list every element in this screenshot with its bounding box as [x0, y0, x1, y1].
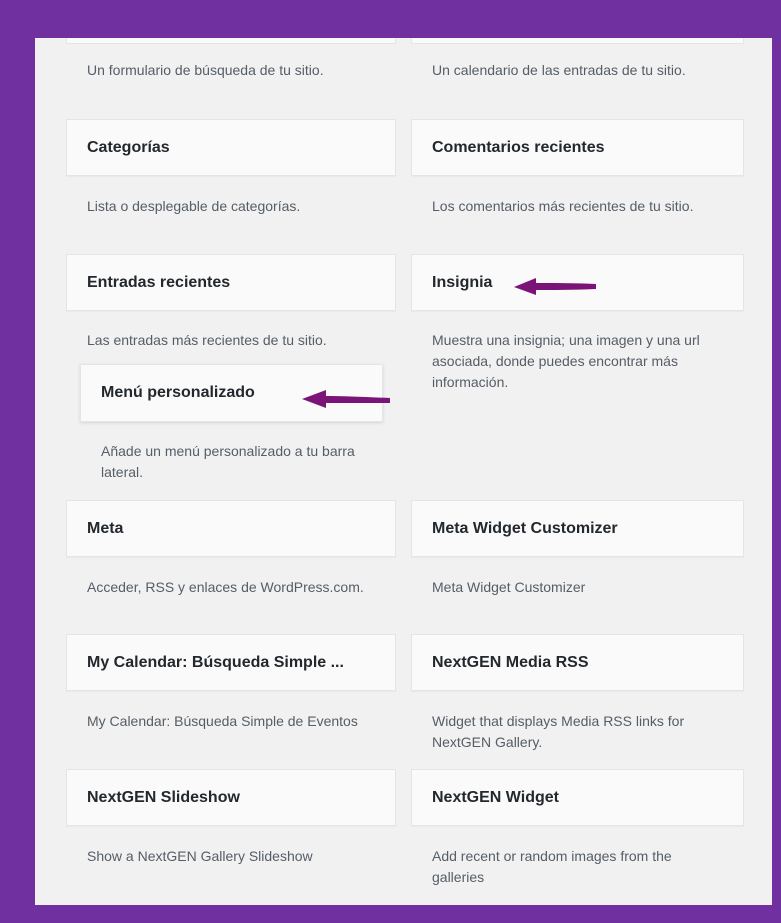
widget-meta-widget-customizer-description: Meta Widget Customizer: [432, 579, 586, 595]
widget-entradas-recientes-label: Entradas recientes: [87, 273, 231, 291]
widget-buscar-description: Un formulario de búsqueda de tu sitio.: [87, 62, 324, 78]
widget-menu-personalizado-description: Añade un menú personalizado a tu barra l…: [101, 443, 355, 480]
widget-entradas-recientes-description: Las entradas más recientes de tu sitio.: [87, 332, 327, 348]
widget-my-calendar-description: My Calendar: Búsqueda Simple de Eventos: [87, 713, 358, 729]
widget-my-calendar-title[interactable]: My Calendar: Búsqueda Simple ...: [66, 634, 396, 691]
widget-nextgen-media-rss-description: Widget that displays Media RSS links for…: [432, 713, 685, 750]
widget-nextgen-slideshow-title[interactable]: NextGEN Slideshow: [66, 769, 396, 826]
widget-nextgen-slideshow-label: NextGEN Slideshow: [87, 788, 240, 806]
widget-categorias-label: Categorías: [87, 138, 170, 156]
widget-comentarios-recientes-description: Los comentarios más recientes de tu siti…: [432, 198, 694, 214]
frame-left: [0, 0, 35, 923]
widget-comentarios-recientes-label: Comentarios recientes: [432, 138, 605, 156]
frame-bottom: [0, 905, 781, 923]
widget-meta-label: Meta: [87, 519, 124, 537]
frame-right: [772, 0, 781, 923]
widget-nextgen-media-rss-title[interactable]: NextGEN Media RSS: [411, 634, 744, 691]
widget-meta-widget-customizer-label: Meta Widget Customizer: [432, 519, 618, 537]
widget-nextgen-media-rss-label: NextGEN Media RSS: [432, 653, 589, 671]
widget-insignia-label: Insignia: [432, 273, 493, 291]
widget-entradas-recientes-title[interactable]: Entradas recientes: [66, 254, 396, 311]
left-arrow-icon: [302, 390, 390, 408]
widget-calendario-title[interactable]: [411, 38, 744, 44]
widget-menu-personalizado-label: Menú personalizado: [101, 384, 255, 401]
widget-nextgen-widget-description: Add recent or random images from the gal…: [432, 848, 672, 885]
widget-buscar-title[interactable]: [66, 38, 396, 44]
widget-meta-title[interactable]: Meta: [66, 500, 396, 557]
widget-nextgen-widget-label: NextGEN Widget: [432, 788, 559, 806]
widget-my-calendar-label: My Calendar: Búsqueda Simple ...: [87, 653, 344, 671]
widget-categorias-title[interactable]: Categorías: [66, 119, 396, 176]
widget-nextgen-slideshow-description: Show a NextGEN Gallery Slideshow: [87, 848, 313, 864]
widget-meta-description: Acceder, RSS y enlaces de WordPress.com.: [87, 579, 364, 595]
widget-nextgen-widget-title[interactable]: NextGEN Widget: [411, 769, 744, 826]
widget-calendario-description: Un calendario de las entradas de tu siti…: [432, 62, 686, 78]
widget-comentarios-recientes-title[interactable]: Comentarios recientes: [411, 119, 744, 176]
widget-categorias-description: Lista o desplegable de categorías.: [87, 198, 301, 214]
widget-meta-widget-customizer-title[interactable]: Meta Widget Customizer: [411, 500, 744, 557]
frame-top: [0, 0, 781, 38]
left-arrow-icon: [514, 278, 596, 295]
widget-insignia-description: Muestra una insignia; una imagen y una u…: [432, 332, 700, 390]
